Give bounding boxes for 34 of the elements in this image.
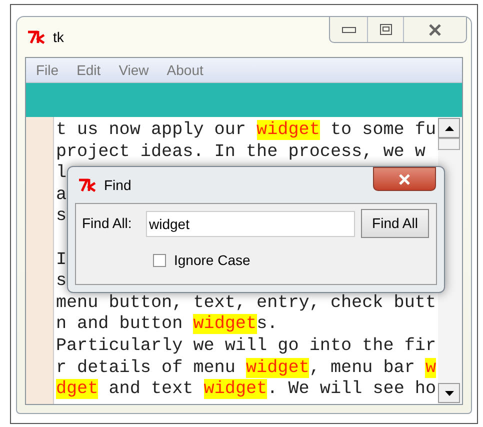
window-title: tk <box>53 28 64 46</box>
text-line: s <box>56 206 66 226</box>
up-arrow-icon <box>444 126 454 130</box>
text-line: a <box>56 184 66 205</box>
ignore-case-label: Ignore Case <box>174 251 250 270</box>
menu-item[interactable]: View <box>118 60 149 80</box>
close-icon <box>398 174 411 184</box>
text-line: l <box>56 163 66 184</box>
text-line: I <box>56 250 66 270</box>
text-line: project ideas. In the process, we w <box>56 142 426 162</box>
tk-logo-icon <box>78 178 98 192</box>
text-line: dget and text widget. We will see ho <box>56 379 436 400</box>
text-line: n and button widgets. <box>56 314 278 334</box>
down-arrow-icon <box>444 390 454 396</box>
scroll-down-button[interactable] <box>438 383 460 403</box>
menu-item[interactable]: About <box>166 60 204 80</box>
scroll-up-button[interactable] <box>438 118 460 138</box>
text-line: s <box>56 271 66 292</box>
scroll-thumb[interactable] <box>438 138 460 150</box>
find-all-button[interactable]: Find All <box>361 209 429 238</box>
menu-item[interactable]: File <box>36 60 59 80</box>
minimize-icon <box>342 26 356 32</box>
text-line: r details of menu widget, menu bar w <box>56 358 436 378</box>
close-icon <box>428 24 442 36</box>
ignore-case-checkbox[interactable] <box>153 254 166 267</box>
text-line: Particularly we will go into the fir <box>56 336 436 356</box>
menu-item[interactable]: Edit <box>76 60 101 80</box>
dialog-title: Find <box>104 176 132 194</box>
close-button[interactable] <box>373 167 436 191</box>
tk-logo-icon <box>27 30 47 44</box>
maximize-icon <box>380 24 392 35</box>
find-label: Find All: <box>82 214 133 233</box>
text-line: menu button, text, entry, check butt <box>56 292 436 313</box>
find-input-field[interactable]: widget <box>146 210 355 236</box>
